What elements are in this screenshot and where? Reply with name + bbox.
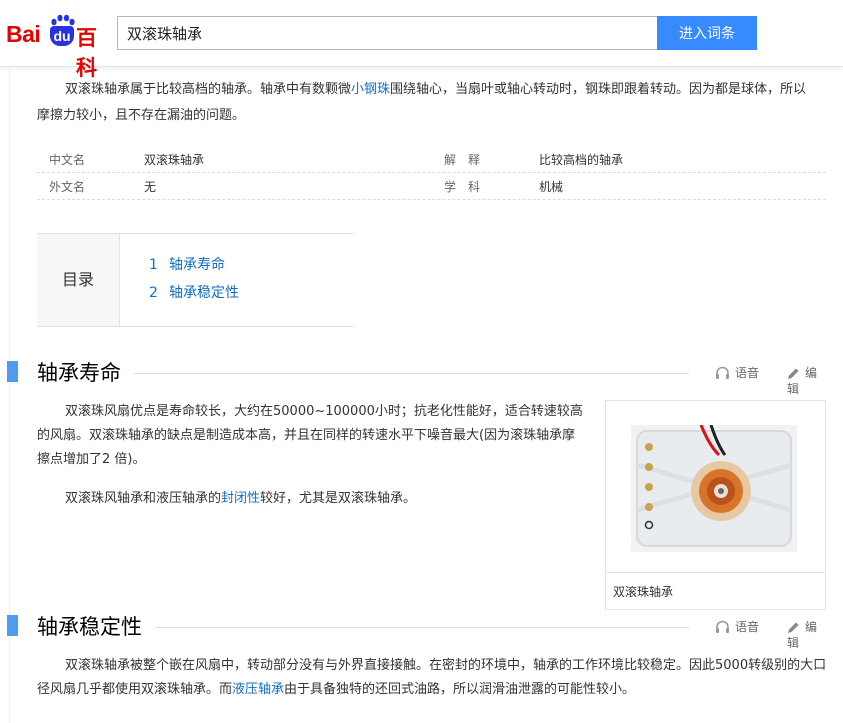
catalog: 目录 1 轴承寿命 2 轴承稳定性 [37,233,354,327]
headphones-icon [716,366,729,379]
section-heading-bearing-life: 轴承寿命 语音 编辑 [7,358,827,396]
section-accent-bar [7,615,18,636]
section-title: 轴承稳定性 [37,615,142,639]
voice-button[interactable]: 语音 [715,365,759,381]
bearing-photo[interactable] [631,425,797,552]
sealing-link[interactable]: 封闭性 [221,491,260,506]
paragraph-text-before: 双滚珠风轴承和液压轴承的 [65,491,222,506]
section-title: 轴承寿命 [37,361,121,385]
info-key-chinese-name: 中文名 [49,153,86,167]
section-heading-bearing-stability: 轴承稳定性 语音 编辑 [7,612,827,650]
voice-label: 语音 [735,620,760,634]
header: Bai du 百科 进入词条 [0,0,843,80]
small-steel-ball-link[interactable]: 小钢珠 [351,82,390,97]
section-divider [156,627,689,628]
info-key-discipline: 学 科 [444,180,481,194]
pencil-icon [788,622,799,633]
baidu-baike-logo[interactable]: Bai du 百科 [6,14,110,80]
figure-caption: 双滚珠轴承 [606,572,825,610]
hydraulic-bearing-link[interactable]: 液压轴承 [232,682,284,697]
paragraph-text-after: 由于具备独特的还回式油路，所以润滑油泄露的可能性较小。 [284,682,636,697]
lemma-figure[interactable]: 双滚珠轴承 [605,400,826,610]
logo-baike: 百科 [76,26,97,80]
info-value-chinese-name: 双滚珠轴承 [144,153,205,167]
edit-button[interactable]: 编辑 [787,619,827,651]
basic-info-row: 中文名 双滚珠轴承 解 释 比较高档的轴承 [37,147,826,173]
info-value-explanation: 比较高档的轴承 [539,153,624,167]
basic-info-table: 中文名 双滚珠轴承 解 释 比较高档的轴承 外文名 无 学 科 机械 [37,147,826,200]
pencil-icon [788,368,799,379]
catalog-item-number: 2 [149,285,158,301]
catalog-item-number: 1 [149,257,158,273]
info-value-discipline: 机械 [539,180,564,194]
edit-button[interactable]: 编辑 [787,365,827,397]
logo-bai: Bai [6,21,41,47]
info-key-foreign-name: 外文名 [49,180,86,194]
paragraph-text-after: 较好，尤其是双滚珠轴承。 [260,491,417,506]
section1-paragraph: 双滚珠风扇优点是寿命较长，大约在50000~100000小时；抗老化性能好，适合… [37,404,583,467]
section1-paragraph: 双滚珠风轴承和液压轴承的封闭性较好，尤其是双滚珠轴承。 [37,487,585,511]
catalog-item-label: 轴承寿命 [169,257,225,273]
catalog-item-bearing-stability[interactable]: 2 轴承稳定性 [149,282,239,302]
voice-label: 语音 [735,366,760,380]
catalog-title: 目录 [37,234,120,326]
logo-du: du [50,26,74,46]
enter-entry-button[interactable]: 进入词条 [657,16,757,50]
summary-text-before: 双滚珠轴承属于比较高档的轴承。轴承中有数颗微 [65,82,352,97]
section-divider [134,373,689,374]
search-input[interactable] [117,16,657,50]
voice-button[interactable]: 语音 [715,619,759,635]
lemma-summary: 双滚珠轴承属于比较高档的轴承。轴承中有数颗微小钢珠围绕轴心，当扇叶或轴心转动时，… [37,77,813,129]
basic-info-row: 外文名 无 学 科 机械 [37,174,826,200]
headphones-icon [716,620,729,633]
catalog-item-bearing-life[interactable]: 1 轴承寿命 [149,254,225,274]
section-accent-bar [7,361,18,382]
info-value-foreign-name: 无 [144,180,157,194]
info-key-explanation: 解 释 [444,153,481,167]
catalog-item-label: 轴承稳定性 [169,285,239,301]
section2-paragraph: 双滚珠轴承被整个嵌在风扇中，转动部分没有与外界直接接触。在密封的环境中，轴承的工… [37,654,829,702]
